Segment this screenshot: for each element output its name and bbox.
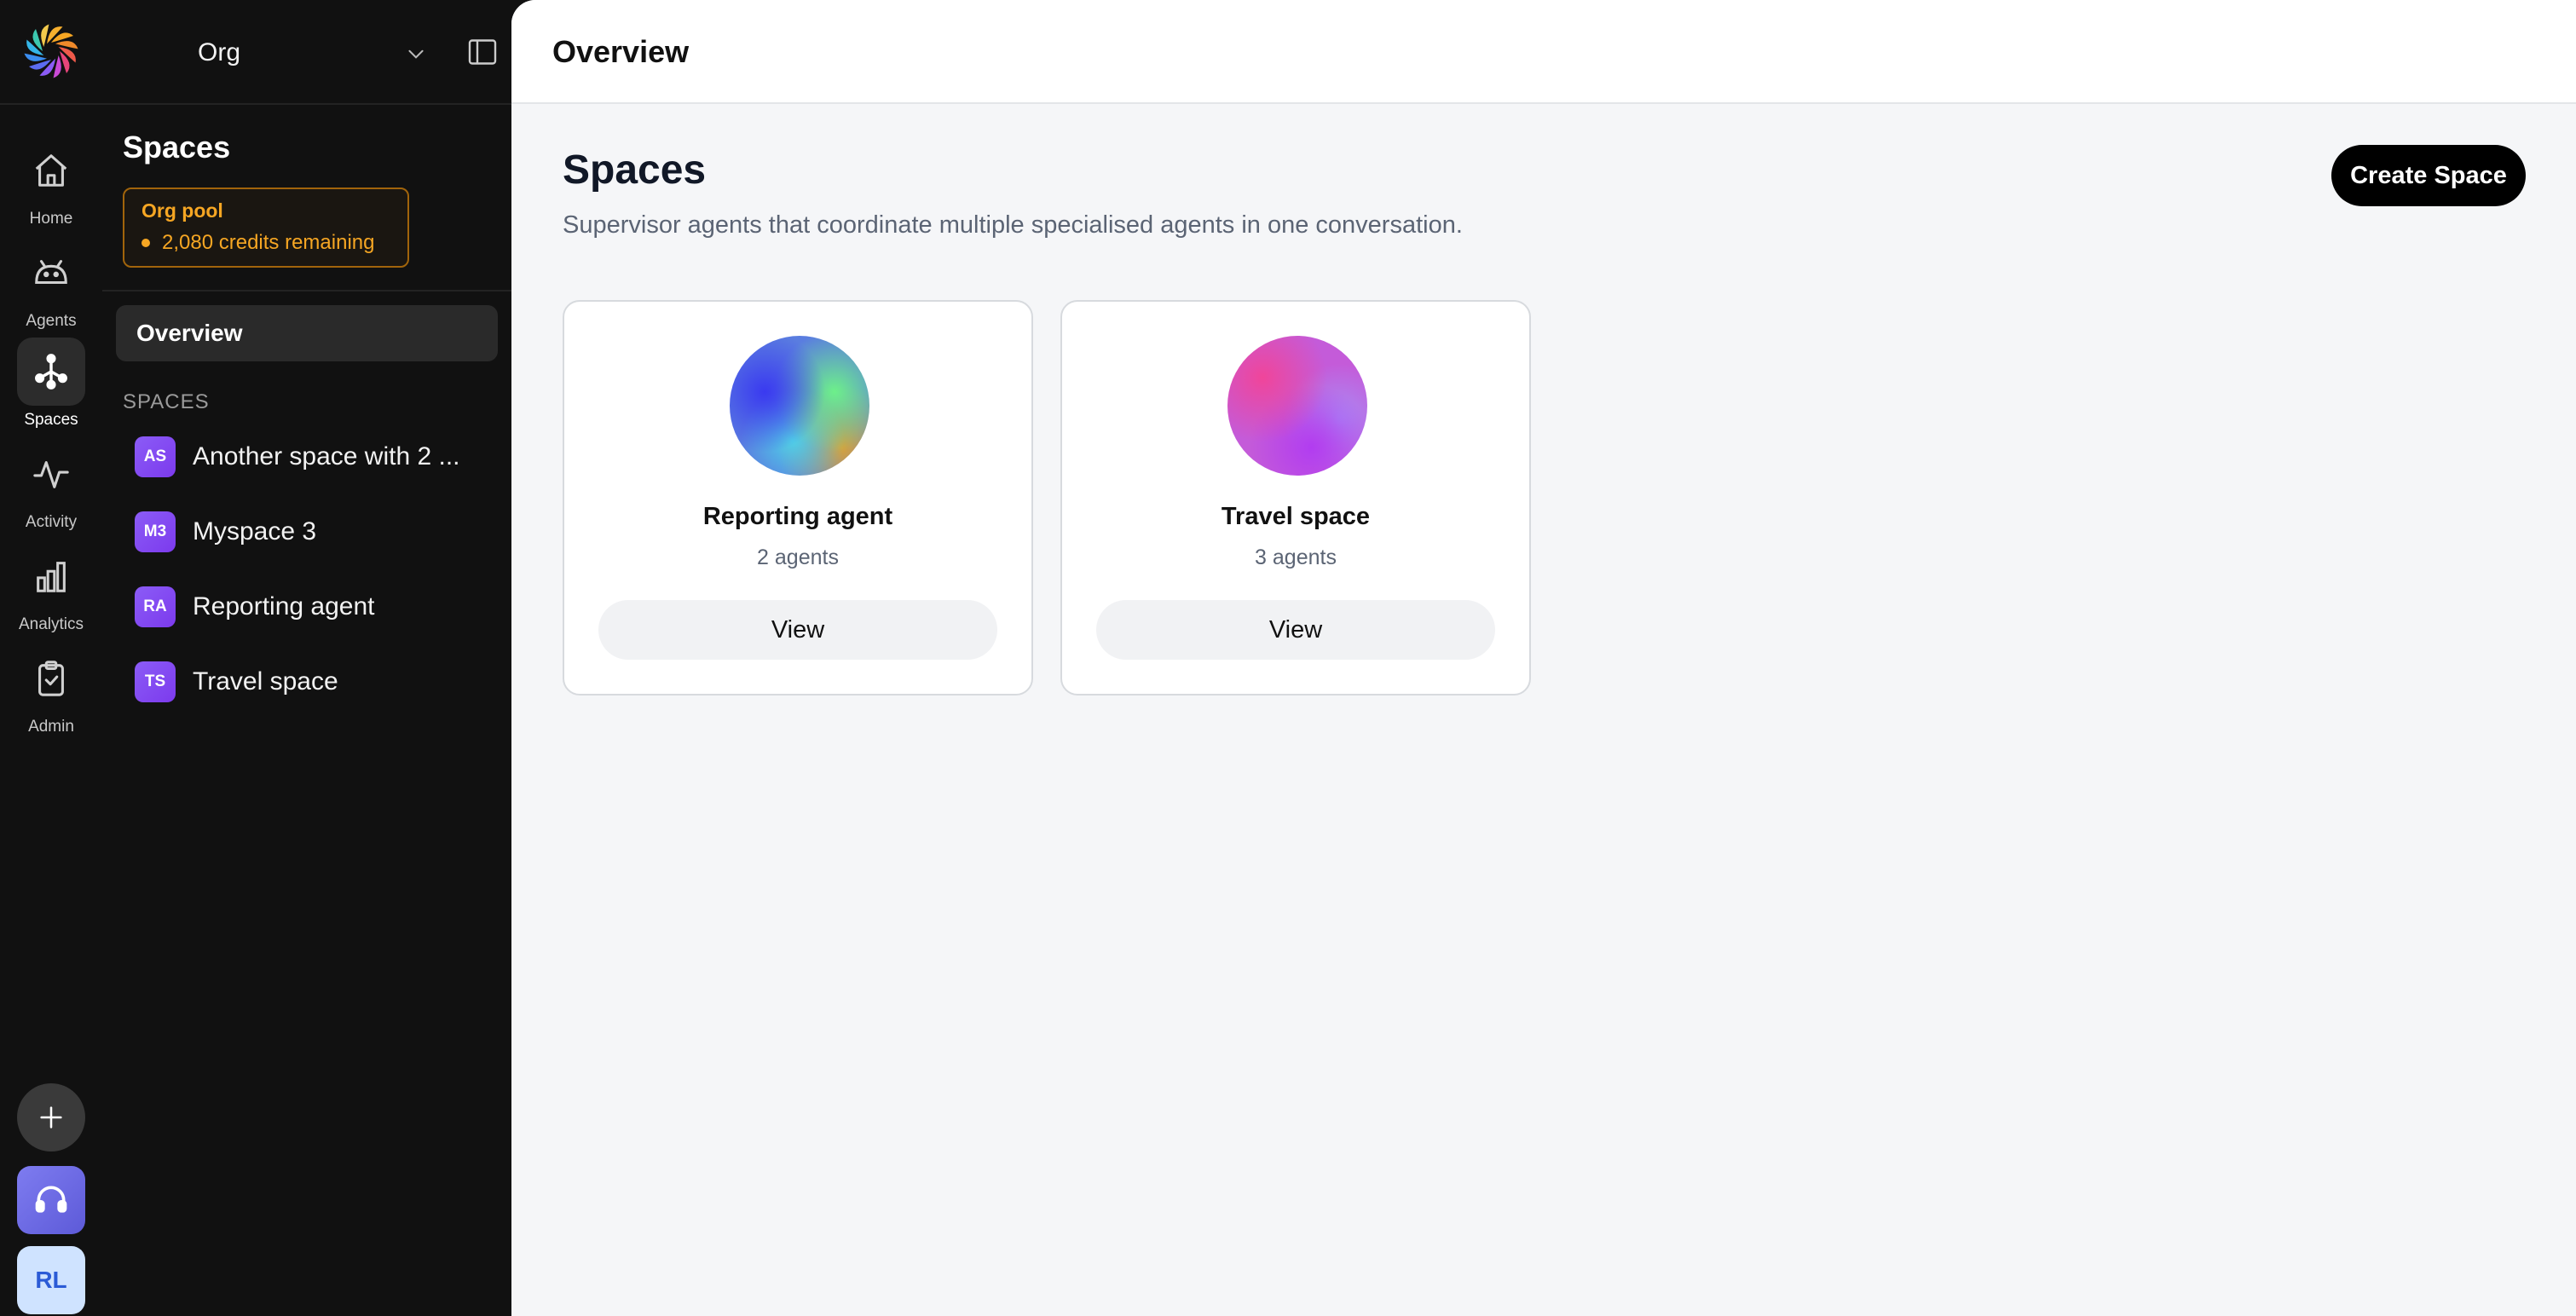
header-divider (0, 103, 511, 105)
nav-home[interactable]: Home (0, 136, 102, 235)
sidebar-title: Spaces (123, 130, 231, 164)
activity-icon (17, 440, 85, 508)
plus-icon (40, 1106, 62, 1128)
chevron-down-icon (408, 49, 424, 59)
sidebar-section-spaces: SPACES (123, 390, 210, 413)
sidebar-divider (102, 290, 511, 291)
app-logo-icon[interactable] (20, 20, 82, 82)
org-switcher[interactable]: Org (102, 17, 435, 89)
nav-activity-label: Activity (25, 513, 78, 531)
nav-analytics-label: Analytics (18, 615, 84, 633)
org-pool-title: Org pool (142, 199, 223, 222)
page-subtitle: Supervisor agents that coordinate multip… (563, 211, 1463, 239)
view-button[interactable]: View (1096, 600, 1495, 660)
headset-icon (35, 1186, 67, 1213)
space-card-name: Travel space (1221, 503, 1371, 530)
clipboard-check-icon (17, 644, 85, 713)
topbar-title: Overview (552, 34, 690, 69)
space-label: Myspace 3 (193, 517, 317, 545)
space-badge: TS (135, 661, 176, 702)
status-dot-icon (142, 239, 150, 247)
nav-analytics[interactable]: Analytics (0, 542, 102, 641)
nav-rail: Home Agents Spaces Activity Analytics Ad… (0, 0, 102, 1316)
add-button[interactable] (17, 1083, 85, 1152)
sidebar-space-item[interactable]: AS Another space with 2 ... (116, 426, 498, 488)
nav-agents-label: Agents (26, 312, 77, 330)
space-badge: AS (135, 436, 176, 477)
sidebar-toggle-button[interactable] (467, 38, 501, 68)
view-button[interactable]: View (598, 600, 997, 660)
robot-icon (17, 239, 85, 307)
sidebar-space-item[interactable]: RA Reporting agent (116, 576, 498, 638)
space-avatar-orb (1227, 336, 1367, 476)
create-space-button[interactable]: Create Space (2331, 145, 2526, 206)
support-button[interactable] (17, 1166, 85, 1234)
nav-home-label: Home (29, 210, 73, 228)
space-avatar-orb (730, 336, 869, 476)
space-card: Reporting agent 2 agents View (563, 300, 1033, 696)
space-card-agent-count: 2 agents (757, 545, 839, 569)
space-card-agent-count: 3 agents (1255, 545, 1337, 569)
nav-admin[interactable]: Admin (0, 644, 102, 743)
space-badge: M3 (135, 511, 176, 552)
credits-remaining-text: 2,080 credits remaining (162, 231, 375, 254)
page-title: Spaces (563, 147, 707, 193)
top-bar: Overview (511, 0, 2576, 104)
sidebar-space-item[interactable]: M3 Myspace 3 (116, 501, 498, 563)
home-icon (17, 136, 85, 205)
space-label: Reporting agent (193, 592, 375, 620)
nav-admin-label: Admin (28, 718, 74, 736)
nav-agents[interactable]: Agents (0, 239, 102, 338)
credits-remaining: 2,080 credits remaining (142, 231, 390, 255)
main-panel: Overview Spaces Supervisor agents that c… (511, 0, 2576, 1316)
sidebar-item-overview[interactable]: Overview (116, 305, 498, 361)
spaces-icon (17, 338, 85, 406)
nav-activity[interactable]: Activity (0, 440, 102, 539)
space-card: Travel space 3 agents View (1060, 300, 1531, 696)
sidebar-panel-icon (468, 39, 497, 65)
nav-spaces-label: Spaces (24, 411, 78, 429)
org-name: Org (198, 38, 241, 66)
sidebar-space-item[interactable]: TS Travel space (116, 651, 498, 713)
space-label: Another space with 2 ... (193, 442, 460, 470)
space-card-name: Reporting agent (702, 503, 893, 530)
bar-chart-icon (17, 542, 85, 610)
space-badge: RA (135, 586, 176, 627)
org-pool-badge: Org pool 2,080 credits remaining (123, 188, 409, 268)
user-avatar[interactable]: RL (17, 1246, 85, 1314)
nav-spaces[interactable]: Spaces (0, 338, 102, 436)
space-label: Travel space (193, 667, 338, 696)
